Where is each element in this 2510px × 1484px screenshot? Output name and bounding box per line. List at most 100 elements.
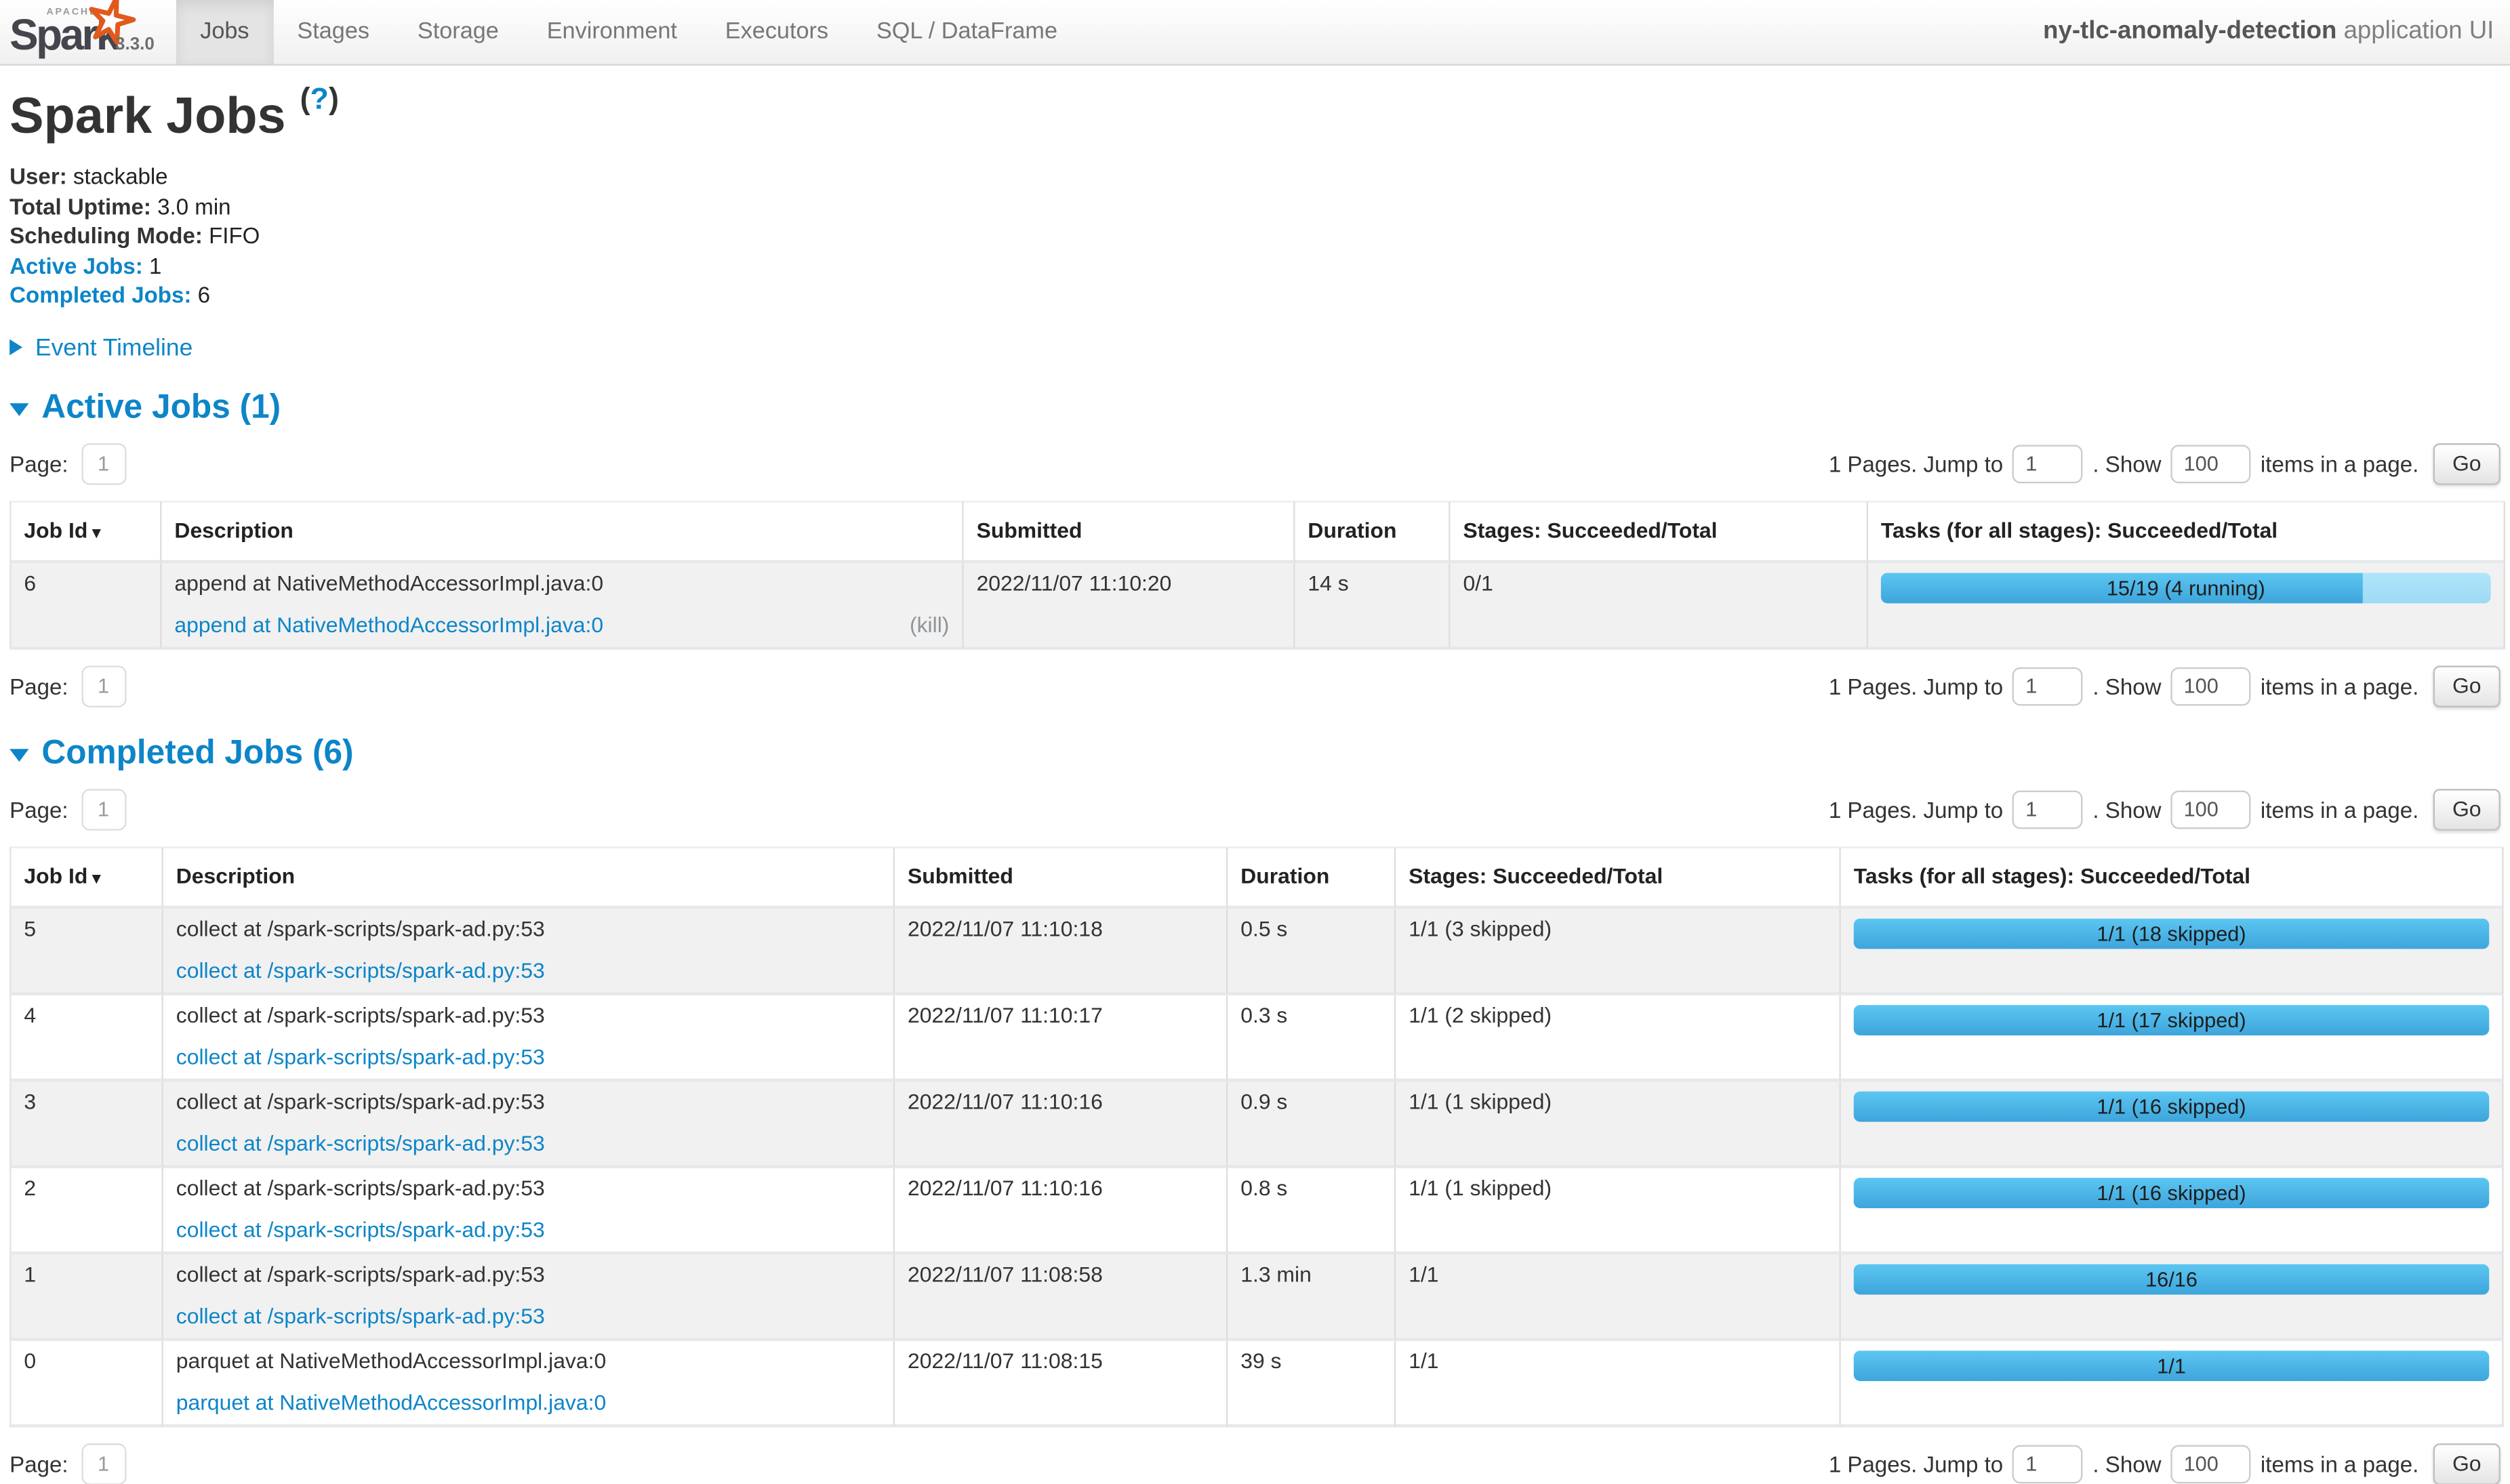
job-submitted-cell: 2022/11/07 11:10:16 — [895, 1168, 1228, 1254]
show-label: . Show — [2092, 796, 2161, 822]
job-submitted-cell: 2022/11/07 11:10:20 — [964, 562, 1295, 649]
active-jobs-pagination-top: Page: 1 Pages. Jump to . Show items in a… — [9, 442, 2501, 484]
job-detail-link[interactable]: collect at /spark-scripts/spark-ad.py:53 — [176, 1044, 545, 1070]
job-tasks-cell: 1/1 (16 skipped) — [1841, 1168, 2504, 1254]
job-detail-link[interactable]: collect at /spark-scripts/spark-ad.py:53 — [176, 1130, 545, 1156]
task-progress-bar: 15/19 (4 running) — [1881, 572, 2491, 602]
completed-jobs-pagination-top: Page: 1 Pages. Jump to . Show items in a… — [9, 788, 2501, 829]
kill-job-link[interactable]: (kill) — [910, 612, 949, 638]
task-progress-bar: 1/1 (17 skipped) — [1854, 1004, 2490, 1035]
column-duration[interactable]: Duration — [1228, 846, 1396, 908]
items-per-page-input[interactable] — [2171, 444, 2251, 482]
application-name: ny-tlc-anomaly-detection — [2043, 18, 2336, 45]
completed-jobs-header-label: Completed Jobs (6) — [41, 734, 353, 772]
job-detail-link[interactable]: collect at /spark-scripts/spark-ad.py:53 — [176, 1304, 545, 1330]
main-content: Spark Jobs (?) User: stackable Total Upt… — [0, 87, 2510, 1484]
active-jobs-pagination-bottom: Page: 1 Pages. Jump to . Show items in a… — [9, 665, 2501, 706]
summary-active-jobs: Active Jobs: 1 — [9, 251, 2501, 281]
completed-jobs-link[interactable]: Completed Jobs: — [9, 282, 191, 308]
go-button[interactable]: Go — [2433, 665, 2501, 706]
job-description-cell: collect at /spark-scripts/spark-ad.py:53… — [163, 908, 895, 995]
column-stages[interactable]: Stages: Succeeded/Total — [1451, 500, 1868, 562]
go-button[interactable]: Go — [2433, 788, 2501, 829]
job-detail-link[interactable]: collect at /spark-scripts/spark-ad.py:53 — [176, 957, 545, 983]
go-button[interactable]: Go — [2433, 442, 2501, 484]
completed-jobs-table: Job Id▾ Description Submitted Duration S… — [9, 846, 2503, 1426]
sort-desc-icon: ▾ — [92, 871, 100, 888]
completed-job-row: 5 collect at /spark-scripts/spark-ad.py:… — [9, 908, 2503, 995]
column-description[interactable]: Description — [162, 500, 964, 562]
tab-sql-dataframe[interactable]: SQL / DataFrame — [853, 0, 1082, 64]
job-description-cell: collect at /spark-scripts/spark-ad.py:53… — [163, 995, 895, 1081]
jump-to-page-input[interactable] — [2012, 667, 2083, 705]
active-job-row: 6 append at NativeMethodAccessorImpl.jav… — [9, 562, 2505, 649]
page-number-input[interactable] — [81, 1443, 125, 1484]
job-id-cell: 4 — [9, 995, 163, 1081]
tab-stages[interactable]: Stages — [273, 0, 393, 64]
job-submitted-cell: 2022/11/07 11:10:18 — [895, 908, 1228, 995]
job-id-cell: 3 — [9, 1081, 163, 1168]
show-label: . Show — [2092, 1451, 2161, 1477]
event-timeline-toggle[interactable]: Event Timeline — [9, 333, 193, 360]
jump-to-page-input[interactable] — [2012, 1444, 2083, 1483]
active-jobs-link[interactable]: Active Jobs: — [9, 252, 143, 278]
job-detail-link[interactable]: collect at /spark-scripts/spark-ad.py:53 — [176, 1217, 545, 1243]
job-detail-link[interactable]: parquet at NativeMethodAccessorImpl.java… — [176, 1390, 606, 1416]
tab-executors[interactable]: Executors — [701, 0, 852, 64]
items-per-page-input[interactable] — [2171, 667, 2251, 705]
page-title: Spark Jobs (?) — [9, 87, 2501, 146]
column-job-id[interactable]: Job Id▾ — [9, 500, 161, 562]
completed-job-row: 2 collect at /spark-scripts/spark-ad.py:… — [9, 1168, 2503, 1254]
job-description-cell: collect at /spark-scripts/spark-ad.py:53… — [163, 1254, 895, 1340]
job-description-cell: parquet at NativeMethodAccessorImpl.java… — [163, 1340, 895, 1427]
page-number-input[interactable] — [81, 665, 125, 706]
jump-to-page-input[interactable] — [2012, 444, 2083, 482]
job-id-cell: 0 — [9, 1340, 163, 1427]
job-tasks-cell: 16/16 — [1841, 1254, 2504, 1340]
job-detail-link[interactable]: append at NativeMethodAccessorImpl.java:… — [174, 612, 603, 638]
jump-to-page-input[interactable] — [2012, 789, 2083, 828]
show-label: . Show — [2092, 673, 2161, 699]
tab-environment[interactable]: Environment — [523, 0, 701, 64]
page-number-input[interactable] — [81, 788, 125, 829]
tab-storage[interactable]: Storage — [393, 0, 523, 64]
items-per-page-input[interactable] — [2171, 1444, 2251, 1483]
job-tasks-cell: 1/1 (16 skipped) — [1841, 1081, 2504, 1168]
navbar: APACHE Spark 3.3.0 Jobs Stages Storage E… — [0, 0, 2510, 66]
column-description[interactable]: Description — [163, 846, 895, 908]
summary-scheduling-mode: Scheduling Mode: FIFO — [9, 221, 2501, 251]
column-submitted[interactable]: Submitted — [964, 500, 1295, 562]
job-duration-cell: 0.9 s — [1228, 1081, 1396, 1168]
page-label: Page: — [9, 451, 68, 476]
go-button[interactable]: Go — [2433, 1443, 2501, 1484]
completed-jobs-section-header[interactable]: Completed Jobs (6) — [9, 734, 353, 772]
completed-job-row: 3 collect at /spark-scripts/spark-ad.py:… — [9, 1081, 2503, 1168]
column-tasks[interactable]: Tasks (for all stages): Succeeded/Total — [1841, 846, 2504, 908]
column-stages[interactable]: Stages: Succeeded/Total — [1396, 846, 1841, 908]
job-stages-cell: 1/1 — [1396, 1254, 1841, 1340]
expanded-arrow-icon — [9, 748, 28, 761]
items-in-page-label: items in a page. — [2261, 451, 2418, 476]
job-duration-cell: 39 s — [1228, 1340, 1396, 1427]
job-stages-cell: 1/1 (1 skipped) — [1396, 1168, 1841, 1254]
help-link[interactable]: ? — [310, 84, 329, 118]
tab-jobs[interactable]: Jobs — [176, 0, 273, 64]
task-progress-bar: 1/1 (16 skipped) — [1854, 1090, 2490, 1121]
column-job-id[interactable]: Job Id▾ — [9, 846, 163, 908]
items-in-page-label: items in a page. — [2261, 673, 2418, 699]
completed-job-row: 4 collect at /spark-scripts/spark-ad.py:… — [9, 995, 2503, 1081]
job-duration-cell: 1.3 min — [1228, 1254, 1396, 1340]
task-progress-bar: 16/16 — [1854, 1263, 2490, 1294]
page-number-input[interactable] — [81, 442, 125, 484]
items-per-page-input[interactable] — [2171, 789, 2251, 828]
spark-logo[interactable]: APACHE Spark 3.3.0 — [0, 0, 157, 64]
completed-jobs-header-row: Job Id▾ Description Submitted Duration S… — [9, 846, 2503, 908]
column-duration[interactable]: Duration — [1295, 500, 1451, 562]
job-stages-cell: 0/1 — [1451, 562, 1868, 649]
column-tasks[interactable]: Tasks (for all stages): Succeeded/Total — [1868, 500, 2505, 562]
task-progress-bar: 1/1 (18 skipped) — [1854, 918, 2490, 948]
completed-job-row: 0 parquet at NativeMethodAccessorImpl.ja… — [9, 1340, 2503, 1427]
job-duration-cell: 0.5 s — [1228, 908, 1396, 995]
column-submitted[interactable]: Submitted — [895, 846, 1228, 908]
active-jobs-section-header[interactable]: Active Jobs (1) — [9, 388, 281, 427]
